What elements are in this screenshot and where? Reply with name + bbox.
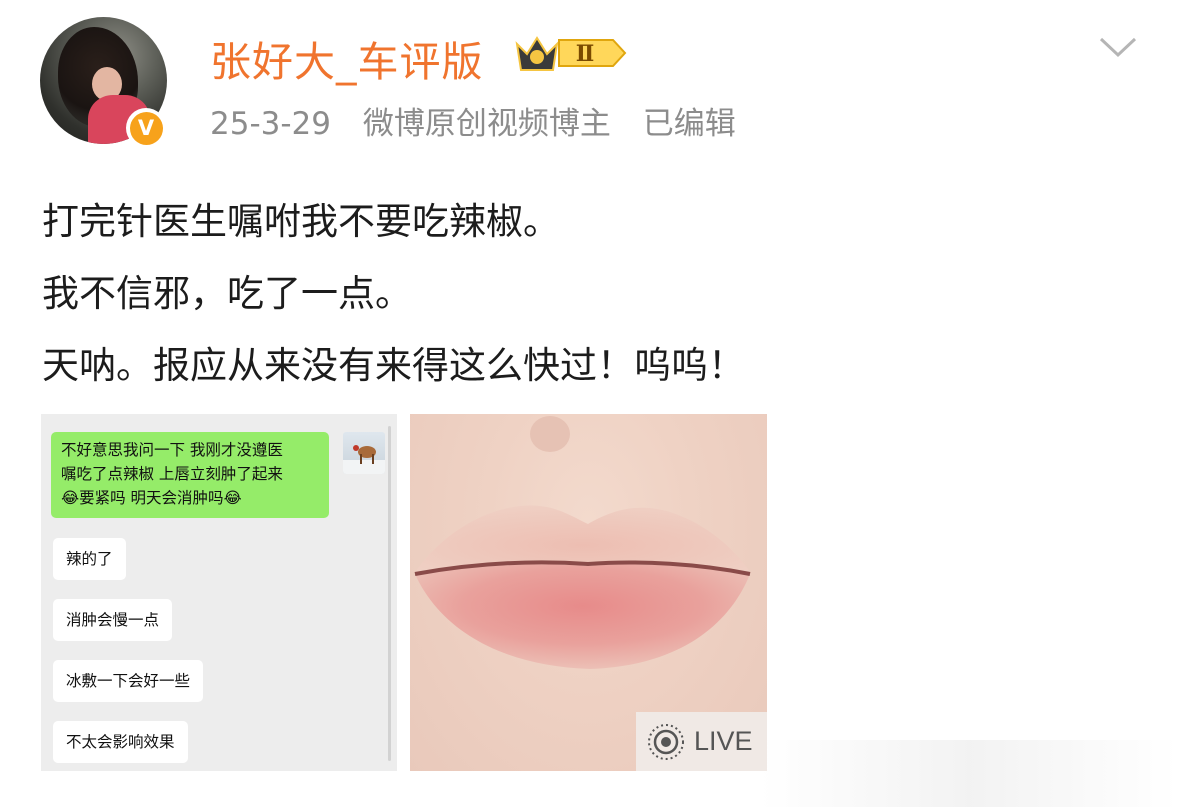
chat-avatar: [343, 432, 385, 474]
reply-bubble: 消肿会慢一点: [53, 599, 173, 641]
crown-icon[interactable]: Ⅱ: [513, 30, 631, 76]
reply-bubble: 辣的了: [53, 538, 126, 580]
post-line: 我不信邪，吃了一点。: [42, 272, 412, 315]
post-date: 25-3-29: [210, 106, 331, 142]
verified-badge-icon: V: [126, 108, 166, 148]
author-name[interactable]: 张好大_车评版: [210, 28, 484, 88]
chat-scrollbar: [388, 426, 391, 761]
chevron-down-icon[interactable]: [1098, 33, 1138, 61]
live-photo-icon: [648, 723, 684, 760]
post-line: 天呐。报应从来没有来得这么快过！呜呜！: [42, 344, 745, 387]
vip-level: Ⅱ: [576, 41, 595, 67]
chat-screenshot-image[interactable]: 不好意思我问一下 我刚才没遵医 嘱吃了点辣椒 上唇立刻肿了起来 😂要紧吗 明天会…: [41, 414, 397, 771]
reply-bubble: 冰敷一下会好一些: [53, 660, 204, 702]
author-role: 微博原创视频博主: [362, 106, 611, 142]
reply-bubble: 不太会影响效果: [53, 721, 188, 763]
live-badge[interactable]: LIVE: [636, 712, 767, 771]
live-label: LIVE: [694, 726, 753, 756]
post-meta: 25-3-29 微博原创视频博主 已编辑: [210, 98, 758, 143]
my-chat-bubble: 不好意思我问一下 我刚才没遵医 嘱吃了点辣椒 上唇立刻肿了起来 😂要紧吗 明天会…: [51, 432, 329, 518]
post-text: 打完针医生嘱咐我不要吃辣椒。 我不信邪，吃了一点。 天呐。报应从来没有来得这么快…: [42, 186, 745, 402]
edited-label[interactable]: 已编辑: [643, 106, 736, 142]
post-line: 打完针医生嘱咐我不要吃辣椒。: [42, 200, 560, 243]
bottom-fade: [760, 740, 1178, 807]
